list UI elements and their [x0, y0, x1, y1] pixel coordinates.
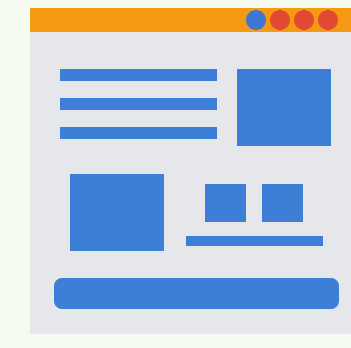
- thumbnail-placeholder: [205, 184, 246, 222]
- text-line-placeholder: [60, 98, 217, 110]
- text-line-placeholder: [60, 69, 217, 81]
- red-dot-icon: [270, 10, 290, 30]
- thumbnail-placeholder: [262, 184, 303, 222]
- caption-bar-placeholder: [186, 236, 323, 246]
- red-dot-icon: [318, 10, 338, 30]
- browser-window-illustration: [30, 8, 351, 334]
- image-placeholder: [70, 174, 164, 251]
- red-dot-icon: [294, 10, 314, 30]
- window-titlebar: [30, 8, 351, 32]
- button-placeholder: [54, 278, 339, 309]
- text-line-placeholder: [60, 127, 217, 139]
- image-placeholder: [237, 69, 331, 146]
- blue-dot-icon: [246, 10, 266, 30]
